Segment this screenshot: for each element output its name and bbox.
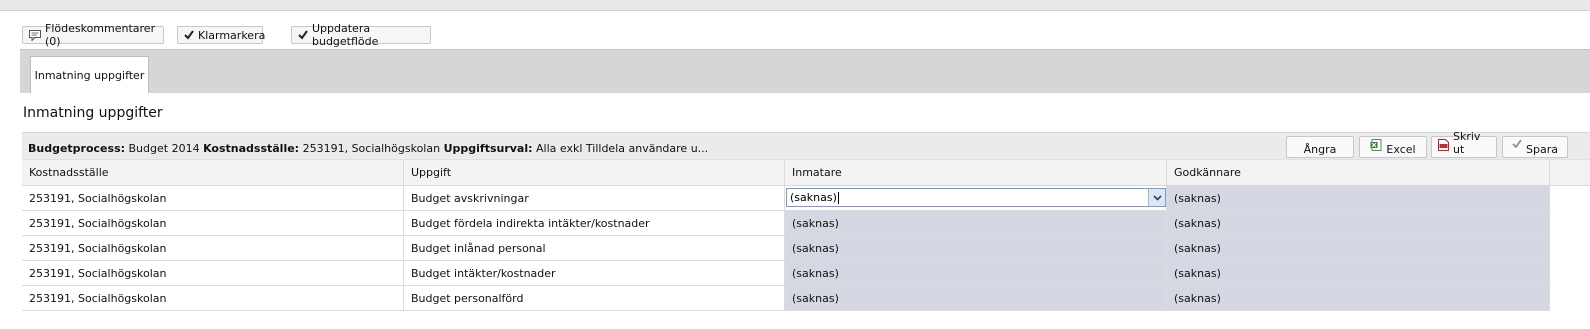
task-cell: Budget intäkter/kostnader — [404, 261, 785, 285]
save-button[interactable]: Spara — [1502, 136, 1568, 158]
filter-summary: Budgetprocess: Budget 2014 Kostnadsställ… — [28, 142, 708, 155]
table-row[interactable]: 253191, Socialhögskolan Budget personalf… — [22, 286, 1550, 311]
cost-center-cell: 253191, Socialhögskolan — [22, 211, 404, 235]
table-row[interactable]: 253191, Socialhögskolan Budget inlånad p… — [22, 236, 1550, 261]
entrant-cell[interactable]: (saknas) — [785, 286, 1167, 310]
entrant-cell[interactable]: (saknas) — [785, 261, 1167, 285]
top-strip — [0, 0, 1590, 11]
excel-icon — [1370, 139, 1382, 151]
cost-center-cell: 253191, Socialhögskolan — [22, 286, 404, 310]
approver-cell[interactable]: (saknas) — [1167, 286, 1550, 310]
cost-center-cell: 253191, Socialhögskolan — [22, 261, 404, 285]
entrant-cell[interactable]: (saknas) — [785, 211, 1167, 235]
approver-cell[interactable]: (saknas) — [1167, 211, 1550, 235]
undo-button[interactable]: Ångra — [1286, 136, 1354, 158]
excel-button[interactable]: Excel — [1359, 136, 1427, 158]
tab-inmatning-uppgifter[interactable]: Inmatning uppgifter — [30, 56, 149, 93]
selection-label: Uppgiftsurval: — [443, 142, 533, 155]
cost-center-value: 253191, Socialhögskolan — [302, 142, 441, 155]
approver-cell[interactable]: (saknas) — [1167, 236, 1550, 260]
table-row[interactable]: 253191, Socialhögskolan Budget fördela i… — [22, 211, 1550, 236]
cost-center-label: Kostnadsställe: — [203, 142, 300, 155]
task-cell: Budget fördela indirekta intäkter/kostna… — [404, 211, 785, 235]
tab-label: Inmatning uppgifter — [34, 68, 145, 82]
flow-comments-label: Flödeskommentarer (0) — [45, 22, 156, 48]
mark-ready-label: Klarmarkera — [198, 28, 266, 42]
entrant-cell[interactable]: (saknas) — [785, 236, 1167, 260]
cost-center-cell: 253191, Socialhögskolan — [22, 236, 404, 260]
chevron-down-icon[interactable] — [1148, 189, 1165, 206]
scrollbar-gutter — [1550, 186, 1590, 310]
task-cell: Budget inlånad personal — [404, 236, 785, 260]
save-label: Spara — [1526, 143, 1558, 156]
column-header-godkannare[interactable]: Godkännare — [1167, 160, 1550, 185]
excel-label: Excel — [1386, 143, 1416, 156]
print-button[interactable]: Skriv ut — [1431, 130, 1497, 158]
entrant-select[interactable]: (saknas) — [786, 188, 1166, 207]
grid-info-bar: Budgetprocess: Budget 2014 Kostnadsställ… — [22, 130, 1590, 159]
task-cell: Budget avskrivningar — [404, 186, 785, 210]
column-header-inmatare[interactable]: Inmatare — [785, 160, 1167, 185]
undo-label: Ångra — [1303, 143, 1337, 156]
checkmark-icon — [298, 30, 308, 40]
comment-icon — [29, 29, 41, 41]
column-header-kostnadsstalle[interactable]: Kostnadsställe — [22, 160, 404, 185]
page-title: Inmatning uppgifter — [23, 105, 163, 121]
cost-center-cell: 253191, Socialhögskolan — [22, 186, 404, 210]
table-row[interactable]: 253191, Socialhögskolan Budget intäkter/… — [22, 261, 1550, 286]
checkmark-icon — [1512, 139, 1522, 149]
task-cell: Budget personalförd — [404, 286, 785, 310]
entrant-select-value: (saknas) — [790, 191, 837, 204]
column-header-uppgift[interactable]: Uppgift — [404, 160, 785, 185]
pdf-icon — [1438, 139, 1449, 151]
approver-cell[interactable]: (saknas) — [1167, 261, 1550, 285]
task-grid: Budgetprocess: Budget 2014 Kostnadsställ… — [22, 130, 1590, 311]
update-budget-flow-label: Uppdatera budgetflöde — [312, 22, 379, 48]
selection-value: Alla exkl Tilldela användare u... — [536, 142, 709, 155]
process-label: Budgetprocess: — [28, 142, 126, 155]
table-row[interactable]: 253191, Socialhögskolan Budget avskrivni… — [22, 186, 1550, 211]
checkmark-icon — [184, 30, 194, 40]
update-budget-flow-button[interactable]: Uppdatera budgetflöde — [291, 22, 431, 48]
print-label: Skriv ut — [1453, 130, 1481, 156]
column-header-row: Kostnadsställe Uppgift Inmatare Godkänna… — [22, 159, 1590, 186]
mark-ready-button[interactable]: Klarmarkera — [177, 26, 266, 44]
approver-cell[interactable]: (saknas) — [1167, 186, 1550, 210]
process-value: Budget 2014 — [128, 142, 200, 155]
flow-comments-button[interactable]: Flödeskommentarer (0) — [22, 22, 164, 48]
tab-bar: Inmatning uppgifter — [20, 49, 1590, 93]
